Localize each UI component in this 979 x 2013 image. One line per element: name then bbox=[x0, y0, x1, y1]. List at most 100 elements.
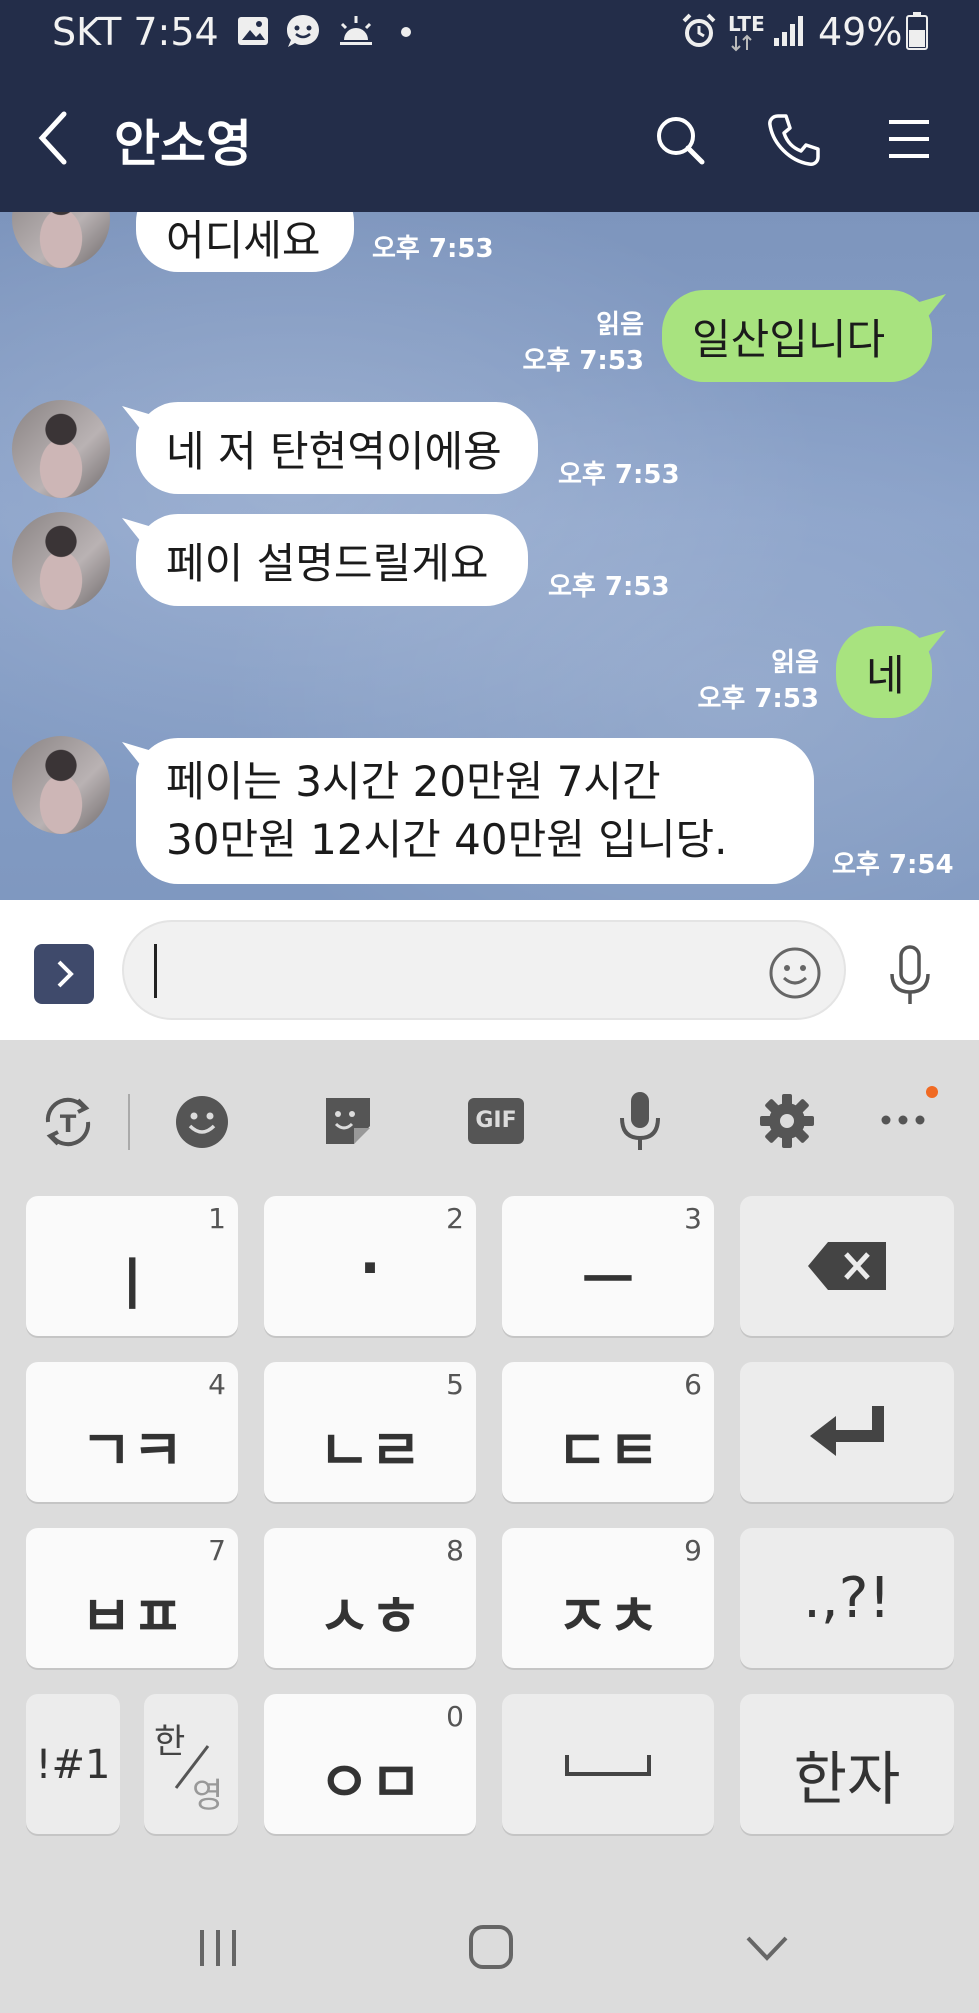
incoming-message-bubble[interactable]: 페이는 3시간 20만원 7시간 30만원 12시간 40만원 입니당. bbox=[136, 738, 814, 884]
hide-keyboard-chevron-down-icon[interactable] bbox=[744, 1934, 790, 1964]
key-6[interactable]: 6 ㄷㅌ bbox=[502, 1362, 714, 1502]
symbols-key[interactable]: !#1 bbox=[26, 1694, 120, 1834]
punctuation-key[interactable]: .,?! bbox=[740, 1528, 954, 1668]
message-text: 페이 설명드릴게요 bbox=[166, 538, 489, 588]
language-switch-key[interactable]: 한 영 bbox=[144, 1694, 238, 1834]
key-label: ㄱㅋ bbox=[80, 1419, 184, 1484]
message-text-line-1: 페이는 3시간 20만원 7시간 bbox=[166, 757, 661, 806]
key-number: 7 bbox=[208, 1534, 226, 1567]
sticker-icon[interactable] bbox=[320, 1092, 376, 1150]
voice-typing-icon[interactable] bbox=[618, 1090, 662, 1152]
read-receipt: 읽음 bbox=[596, 310, 644, 340]
lang-english-label: 영 bbox=[192, 1776, 224, 1816]
menu-icon[interactable] bbox=[886, 118, 932, 160]
contact-avatar[interactable] bbox=[12, 212, 110, 268]
key-number: 4 bbox=[208, 1368, 226, 1401]
key-label: ㅈㅊ bbox=[556, 1585, 660, 1650]
text-cursor bbox=[154, 944, 157, 998]
message-input[interactable] bbox=[152, 942, 736, 1000]
key-7[interactable]: 7 ㅂㅍ bbox=[26, 1528, 238, 1668]
key-3[interactable]: 3 ㅡ bbox=[502, 1196, 714, 1336]
key-label: · bbox=[359, 1236, 381, 1301]
key-8[interactable]: 8 ㅅㅎ bbox=[264, 1528, 476, 1668]
key-5[interactable]: 5 ㄴㄹ bbox=[264, 1362, 476, 1502]
system-navigation-bar bbox=[0, 1860, 979, 2013]
key-number: 1 bbox=[208, 1202, 226, 1235]
contact-avatar[interactable] bbox=[12, 512, 110, 610]
contact-name[interactable]: 안소영 bbox=[114, 104, 252, 176]
status-carrier-time: SKT 7:54 bbox=[52, 10, 219, 54]
message-time: 오후 7:53 bbox=[372, 234, 494, 264]
expand-menu-button[interactable] bbox=[34, 944, 94, 1004]
key-number: 0 bbox=[446, 1700, 464, 1733]
message-text: 어디세요 bbox=[166, 215, 321, 265]
phone-call-icon[interactable] bbox=[766, 112, 822, 168]
enter-icon bbox=[810, 1406, 884, 1456]
contact-avatar[interactable] bbox=[12, 736, 110, 834]
key-label: ㄷㅌ bbox=[556, 1419, 660, 1484]
emoji-keyboard-icon[interactable] bbox=[174, 1094, 230, 1150]
space-key[interactable] bbox=[502, 1694, 714, 1834]
incoming-message-bubble[interactable]: 페이 설명드릴게요 bbox=[136, 514, 528, 606]
message-time: 오후 7:54 bbox=[832, 850, 954, 880]
more-options-icon[interactable] bbox=[880, 1110, 926, 1130]
key-label: ㄴㄹ bbox=[318, 1419, 422, 1484]
home-icon[interactable] bbox=[468, 1924, 514, 1970]
message-text: 네 bbox=[866, 650, 905, 700]
samsung-keyboard: T GIF 1 ㅣ 2 · 3 ㅡ 4 ㄱㅋ 5 ㄴㄹ 6 ㄷㅌ 7 ㅂㅍ 8 … bbox=[0, 1040, 979, 1860]
key-label: ㅇㅁ bbox=[318, 1751, 422, 1816]
battery-percent: 49% bbox=[818, 10, 903, 54]
recent-apps-icon[interactable] bbox=[196, 1928, 240, 1968]
outgoing-message-bubble[interactable]: 일산입니다 bbox=[662, 290, 932, 382]
message-time: 오후 7:53 bbox=[548, 572, 670, 602]
key-number: 5 bbox=[446, 1368, 464, 1401]
gallery-notification-icon bbox=[238, 17, 268, 45]
key-label: ㅂㅍ bbox=[80, 1585, 184, 1650]
key-label: ㅅㅎ bbox=[318, 1585, 422, 1650]
key-number: 2 bbox=[446, 1202, 464, 1235]
key-0[interactable]: 0 ㅇㅁ bbox=[264, 1694, 476, 1834]
chat-message-list[interactable]: 어디세요 오후 7:53 읽음 오후 7:53 일산입니다 네 저 탄현역이에용… bbox=[0, 212, 979, 900]
message-input-container bbox=[122, 920, 846, 1020]
space-icon bbox=[565, 1755, 651, 1776]
key-4[interactable]: 4 ㄱㅋ bbox=[26, 1362, 238, 1502]
message-time: 오후 7:53 bbox=[522, 346, 644, 376]
contact-avatar[interactable] bbox=[12, 400, 110, 498]
key-label: ㅣ bbox=[106, 1253, 158, 1318]
backspace-key[interactable] bbox=[740, 1196, 954, 1336]
incoming-message-bubble[interactable]: 어디세요 bbox=[136, 212, 354, 272]
search-icon[interactable] bbox=[654, 114, 706, 166]
message-text: 네 저 탄현역이에용 bbox=[166, 426, 502, 476]
key-number: 8 bbox=[446, 1534, 464, 1567]
alarm-icon bbox=[682, 13, 716, 47]
toolbar-divider bbox=[128, 1094, 130, 1150]
message-input-bar bbox=[0, 900, 979, 1040]
key-number: 6 bbox=[684, 1368, 702, 1401]
key-number: 9 bbox=[684, 1534, 702, 1567]
key-label: !#1 bbox=[35, 1742, 111, 1788]
key-9[interactable]: 9 ㅈㅊ bbox=[502, 1528, 714, 1668]
status-bar: SKT 7:54 LTE 49% bbox=[0, 0, 979, 64]
chat-notification-icon bbox=[287, 15, 319, 47]
incoming-message-bubble[interactable]: 네 저 탄현역이에용 bbox=[136, 402, 538, 494]
key-2[interactable]: 2 · bbox=[264, 1196, 476, 1336]
keyboard-settings-gear-icon[interactable] bbox=[758, 1092, 816, 1150]
outgoing-message-bubble[interactable]: 네 bbox=[836, 626, 932, 718]
voice-input-icon[interactable] bbox=[886, 944, 934, 1008]
hanja-key[interactable]: 한자 bbox=[740, 1694, 954, 1834]
battery-icon bbox=[906, 12, 928, 50]
emoji-icon[interactable] bbox=[768, 946, 822, 1000]
translate-mode-icon[interactable]: T bbox=[38, 1092, 98, 1152]
key-label: 한자 bbox=[793, 1745, 901, 1813]
enter-key[interactable] bbox=[740, 1362, 954, 1502]
read-receipt: 읽음 bbox=[771, 648, 819, 678]
svg-text:T: T bbox=[60, 1110, 77, 1138]
more-notifications-dot-icon bbox=[401, 27, 411, 37]
message-text-line-2: 30만원 12시간 40만원 입니당. bbox=[166, 815, 728, 864]
key-1[interactable]: 1 ㅣ bbox=[26, 1196, 238, 1336]
key-label: .,?! bbox=[803, 1566, 891, 1631]
back-arrow-icon[interactable] bbox=[36, 110, 70, 166]
chevron-right-icon bbox=[57, 960, 74, 988]
gif-button[interactable]: GIF bbox=[468, 1098, 524, 1144]
backspace-icon bbox=[808, 1242, 886, 1290]
